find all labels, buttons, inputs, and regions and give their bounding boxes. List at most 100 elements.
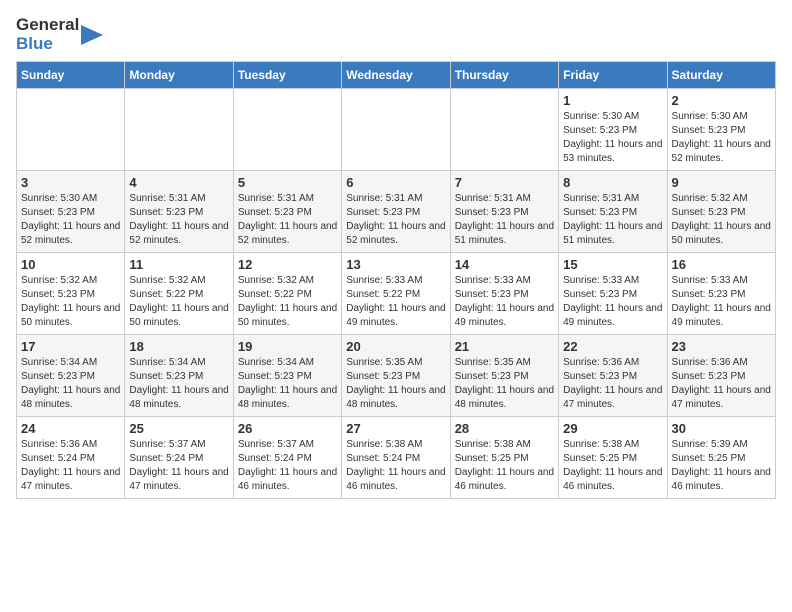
calendar-cell: 27Sunrise: 5:38 AM Sunset: 5:24 PM Dayli… (342, 417, 450, 499)
day-info: Sunrise: 5:34 AM Sunset: 5:23 PM Dayligh… (129, 356, 228, 412)
calendar-week-row: 3 Sunrise: 5:30 AM Sunset: 5:23 PM Daylig… (17, 171, 776, 253)
calendar-cell: 28 Sunrise: 5:38 AM Sunset: 5:25 PM Dayli… (450, 417, 558, 499)
day-info: Sunrise: 5:33 AM Sunset: 5:23 PM Dayligh… (563, 274, 662, 330)
day-number: 1 (563, 93, 662, 108)
calendar-week-row: 24Sunrise: 5:36 AM Sunset: 5:24 PM Dayli… (17, 417, 776, 499)
day-number: 24 (21, 421, 120, 436)
calendar-cell (342, 89, 450, 171)
calendar-cell: 8 Sunrise: 5:31 AM Sunset: 5:23 PM Daylig… (559, 171, 667, 253)
calendar-cell: 6 Sunrise: 5:31 AM Sunset: 5:23 PM Daylig… (342, 171, 450, 253)
calendar-cell: 20 Sunrise: 5:35 AM Sunset: 5:23 PM Dayli… (342, 335, 450, 417)
day-info: Sunrise: 5:38 AM Sunset: 5:25 PM Dayligh… (455, 438, 554, 494)
calendar-table: SundayMondayTuesdayWednesdayThursdayFrid… (16, 61, 776, 499)
day-info: Sunrise: 5:30 AM Sunset: 5:23 PM Dayligh… (563, 110, 662, 166)
day-number: 29 (563, 421, 662, 436)
day-info: Sunrise: 5:32 AM Sunset: 5:22 PM Dayligh… (129, 274, 228, 330)
calendar-week-row: 10 Sunrise: 5:32 AM Sunset: 5:23 PM Dayli… (17, 253, 776, 335)
calendar-cell: 12 Sunrise: 5:32 AM Sunset: 5:22 PM Dayli… (233, 253, 341, 335)
calendar-cell: 24Sunrise: 5:36 AM Sunset: 5:24 PM Dayli… (17, 417, 125, 499)
day-info: Sunrise: 5:32 AM Sunset: 5:22 PM Dayligh… (238, 274, 337, 330)
day-info: Sunrise: 5:33 AM Sunset: 5:23 PM Dayligh… (672, 274, 771, 330)
calendar-cell: 5Sunrise: 5:31 AM Sunset: 5:23 PM Daylig… (233, 171, 341, 253)
calendar-week-row: 1 Sunrise: 5:30 AM Sunset: 5:23 PM Daylig… (17, 89, 776, 171)
day-number: 22 (563, 339, 662, 354)
logo: General Blue (16, 16, 103, 53)
day-info: Sunrise: 5:31 AM Sunset: 5:23 PM Dayligh… (563, 192, 662, 248)
day-info: Sunrise: 5:35 AM Sunset: 5:23 PM Dayligh… (346, 356, 445, 412)
day-number: 20 (346, 339, 445, 354)
day-number: 9 (672, 175, 771, 190)
day-number: 4 (129, 175, 228, 190)
day-info: Sunrise: 5:33 AM Sunset: 5:22 PM Dayligh… (346, 274, 445, 330)
day-number: 2 (672, 93, 771, 108)
day-number: 15 (563, 257, 662, 272)
day-number: 10 (21, 257, 120, 272)
day-info: Sunrise: 5:30 AM Sunset: 5:23 PM Dayligh… (672, 110, 771, 166)
day-info: Sunrise: 5:31 AM Sunset: 5:23 PM Dayligh… (238, 192, 337, 248)
calendar-cell: 13 Sunrise: 5:33 AM Sunset: 5:22 PM Dayli… (342, 253, 450, 335)
day-info: Sunrise: 5:38 AM Sunset: 5:25 PM Dayligh… (563, 438, 662, 494)
day-info: Sunrise: 5:37 AM Sunset: 5:24 PM Dayligh… (129, 438, 228, 494)
day-number: 19 (238, 339, 337, 354)
calendar-cell: 1 Sunrise: 5:30 AM Sunset: 5:23 PM Daylig… (559, 89, 667, 171)
day-info: Sunrise: 5:31 AM Sunset: 5:23 PM Dayligh… (346, 192, 445, 248)
day-number: 12 (238, 257, 337, 272)
day-number: 13 (346, 257, 445, 272)
day-number: 6 (346, 175, 445, 190)
day-number: 23 (672, 339, 771, 354)
calendar-cell: 30Sunrise: 5:39 AM Sunset: 5:25 PM Dayli… (667, 417, 775, 499)
weekday-header-wednesday: Wednesday (342, 62, 450, 89)
day-number: 28 (455, 421, 554, 436)
day-number: 26 (238, 421, 337, 436)
day-number: 21 (455, 339, 554, 354)
calendar-cell: 26Sunrise: 5:37 AM Sunset: 5:24 PM Dayli… (233, 417, 341, 499)
calendar-cell: 16 Sunrise: 5:33 AM Sunset: 5:23 PM Dayli… (667, 253, 775, 335)
day-number: 14 (455, 257, 554, 272)
day-number: 27 (346, 421, 445, 436)
calendar-cell: 23 Sunrise: 5:36 AM Sunset: 5:23 PM Dayli… (667, 335, 775, 417)
day-number: 16 (672, 257, 771, 272)
day-number: 7 (455, 175, 554, 190)
day-info: Sunrise: 5:30 AM Sunset: 5:23 PM Dayligh… (21, 192, 120, 248)
day-info: Sunrise: 5:32 AM Sunset: 5:23 PM Dayligh… (21, 274, 120, 330)
calendar-cell (125, 89, 233, 171)
day-number: 17 (21, 339, 120, 354)
weekday-header-thursday: Thursday (450, 62, 558, 89)
weekday-header-sunday: Sunday (17, 62, 125, 89)
calendar-cell (17, 89, 125, 171)
day-info: Sunrise: 5:36 AM Sunset: 5:23 PM Dayligh… (563, 356, 662, 412)
day-info: Sunrise: 5:34 AM Sunset: 5:23 PM Dayligh… (21, 356, 120, 412)
weekday-header-friday: Friday (559, 62, 667, 89)
weekday-header-tuesday: Tuesday (233, 62, 341, 89)
day-number: 25 (129, 421, 228, 436)
calendar-cell: 29 Sunrise: 5:38 AM Sunset: 5:25 PM Dayli… (559, 417, 667, 499)
calendar-cell (233, 89, 341, 171)
calendar-week-row: 17 Sunrise: 5:34 AM Sunset: 5:23 PM Dayli… (17, 335, 776, 417)
day-info: Sunrise: 5:36 AM Sunset: 5:23 PM Dayligh… (672, 356, 771, 412)
calendar-cell: 25 Sunrise: 5:37 AM Sunset: 5:24 PM Dayli… (125, 417, 233, 499)
calendar-cell: 3 Sunrise: 5:30 AM Sunset: 5:23 PM Daylig… (17, 171, 125, 253)
calendar-cell: 18 Sunrise: 5:34 AM Sunset: 5:23 PM Dayli… (125, 335, 233, 417)
day-info: Sunrise: 5:33 AM Sunset: 5:23 PM Dayligh… (455, 274, 554, 330)
day-info: Sunrise: 5:32 AM Sunset: 5:23 PM Dayligh… (672, 192, 771, 248)
calendar-cell: 9 Sunrise: 5:32 AM Sunset: 5:23 PM Daylig… (667, 171, 775, 253)
day-number: 18 (129, 339, 228, 354)
calendar-cell: 4Sunrise: 5:31 AM Sunset: 5:23 PM Daylig… (125, 171, 233, 253)
weekday-header-row: SundayMondayTuesdayWednesdayThursdayFrid… (17, 62, 776, 89)
day-info: Sunrise: 5:35 AM Sunset: 5:23 PM Dayligh… (455, 356, 554, 412)
day-number: 3 (21, 175, 120, 190)
calendar-cell: 11 Sunrise: 5:32 AM Sunset: 5:22 PM Dayli… (125, 253, 233, 335)
day-number: 11 (129, 257, 228, 272)
day-info: Sunrise: 5:31 AM Sunset: 5:23 PM Dayligh… (455, 192, 554, 248)
calendar-cell: 19 Sunrise: 5:34 AM Sunset: 5:23 PM Dayli… (233, 335, 341, 417)
calendar-cell: 21 Sunrise: 5:35 AM Sunset: 5:23 PM Dayli… (450, 335, 558, 417)
day-info: Sunrise: 5:39 AM Sunset: 5:25 PM Dayligh… (672, 438, 771, 494)
calendar-cell: 7 Sunrise: 5:31 AM Sunset: 5:23 PM Daylig… (450, 171, 558, 253)
calendar-cell (450, 89, 558, 171)
calendar-cell: 10 Sunrise: 5:32 AM Sunset: 5:23 PM Dayli… (17, 253, 125, 335)
logo-arrow-icon (81, 20, 103, 50)
day-number: 8 (563, 175, 662, 190)
weekday-header-monday: Monday (125, 62, 233, 89)
logo-blue-text: Blue (16, 35, 79, 54)
day-info: Sunrise: 5:34 AM Sunset: 5:23 PM Dayligh… (238, 356, 337, 412)
